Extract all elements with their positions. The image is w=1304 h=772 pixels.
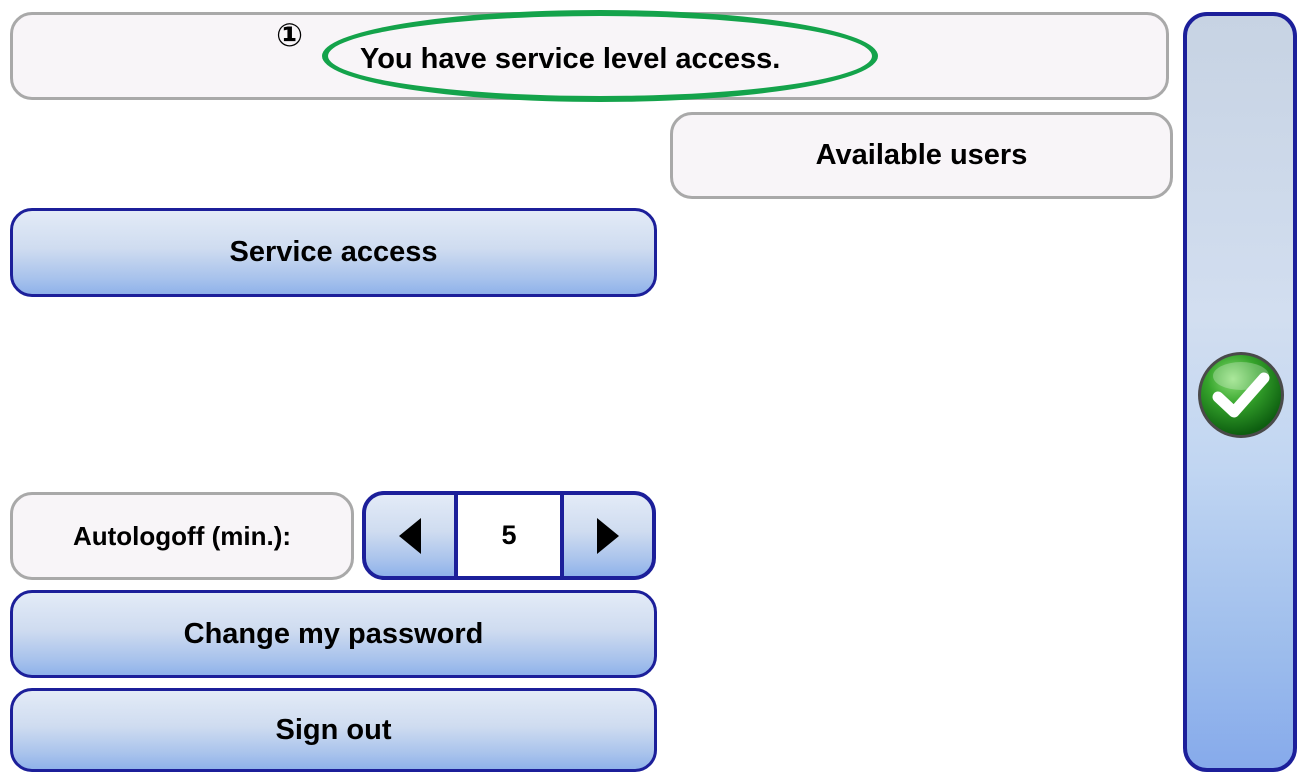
green-checkmark-icon [1198, 352, 1284, 438]
triangle-right-icon [597, 517, 619, 554]
sign-out-button[interactable]: Sign out [10, 688, 657, 772]
service-access-label: Service access [229, 236, 438, 268]
autologoff-label: Autologoff (min.): [10, 492, 354, 580]
service-access-button[interactable]: Service access [10, 208, 657, 297]
available-users-header: Available users [670, 112, 1173, 199]
highlight-ellipse [322, 10, 878, 102]
available-users-label: Available users [815, 139, 1028, 171]
change-password-button[interactable]: Change my password [10, 590, 657, 678]
confirm-button[interactable] [1183, 12, 1297, 772]
callout-number: ① [276, 17, 304, 53]
increment-button[interactable] [564, 495, 652, 576]
autologoff-stepper: 5 [362, 491, 656, 580]
change-password-label: Change my password [183, 617, 484, 650]
triangle-left-icon [399, 517, 421, 554]
sign-out-label: Sign out [275, 713, 392, 746]
decrement-button[interactable] [366, 495, 454, 576]
autologoff-label-text: Autologoff (min.): [72, 520, 292, 551]
autologoff-value[interactable]: 5 [454, 495, 564, 576]
